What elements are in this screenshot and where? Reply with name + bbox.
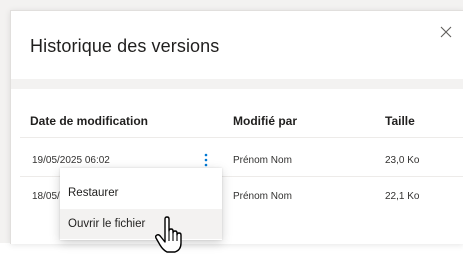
header-divider xyxy=(20,137,463,138)
column-header-modified-by[interactable]: Modifié par xyxy=(233,114,297,128)
header-band xyxy=(11,79,463,89)
row-2-size: 22,1 Ko xyxy=(385,191,420,202)
menu-item-restore[interactable]: Restaurer xyxy=(60,178,222,208)
row-2-date: 18/05/ xyxy=(32,191,60,202)
menu-item-open-file[interactable]: Ouvrir le fichier xyxy=(60,209,222,239)
more-vertical-icon[interactable] xyxy=(202,152,210,168)
version-context-menu: Restaurer Ouvrir le fichier xyxy=(60,168,222,240)
column-header-size[interactable]: Taille xyxy=(385,114,415,128)
row-1-size: 23,0 Ko xyxy=(385,155,420,166)
close-icon[interactable] xyxy=(439,25,453,39)
row-2-modified-by: Prénom Nom xyxy=(233,191,292,202)
row-1-date: 19/05/2025 06:02 xyxy=(32,155,110,166)
row-1-modified-by: Prénom Nom xyxy=(233,155,292,166)
app-background: Historique des versions Date de modifica… xyxy=(0,0,463,253)
version-history-dialog: Historique des versions Date de modifica… xyxy=(10,10,463,253)
dialog-title: Historique des versions xyxy=(30,36,220,56)
hand-pointer-cursor-icon xyxy=(154,216,186,254)
column-header-date[interactable]: Date de modification xyxy=(30,114,148,128)
